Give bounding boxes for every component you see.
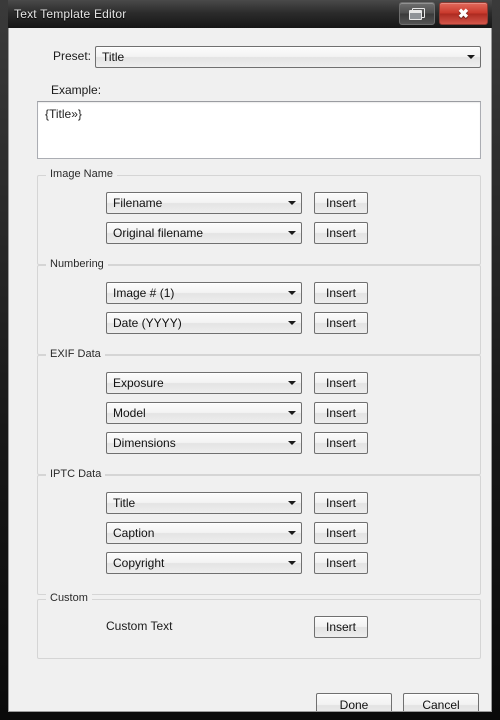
dialog-client-area: Preset: Title Example: {Title»} Image Na… [8,28,492,712]
combobox-value: Copyright [113,556,165,570]
window-title: Text Template Editor [14,7,127,21]
insert-button[interactable]: Insert [314,192,368,214]
chevron-down-icon[interactable] [283,493,301,513]
example-textarea[interactable]: {Title»} [37,101,481,159]
example-label: Example: [51,83,102,97]
field-row: Dimensions Insert [38,432,480,454]
combobox-value: Dimensions [113,436,176,450]
insert-button[interactable]: Insert [314,222,368,244]
preset-row: Preset: Title [9,46,491,68]
combobox-exposure[interactable]: Exposure [106,372,302,394]
chevron-down-icon[interactable] [283,373,301,393]
chevron-down-icon[interactable] [283,193,301,213]
close-window-button[interactable]: ✖ [439,2,488,25]
combobox-model[interactable]: Model [106,402,302,424]
group-legend: Image Name [46,168,117,180]
chevron-down-icon[interactable] [283,553,301,573]
done-button[interactable]: Done [316,693,392,711]
title-bar[interactable]: Text Template Editor ✖ [8,0,492,28]
insert-button[interactable]: Insert [314,432,368,454]
combobox-dimensions[interactable]: Dimensions [106,432,302,454]
group-exif-data: EXIF Data Exposure Insert Model Insert Dimens… [37,348,481,475]
combobox-value: Date (YYYY) [113,316,182,330]
field-row: Title Insert [38,492,480,514]
field-row: Custom Text Insert [38,616,480,638]
combobox-value: Caption [113,526,155,540]
cancel-button[interactable]: Cancel [403,693,479,711]
insert-button[interactable]: Insert [314,492,368,514]
insert-button[interactable]: Insert [314,522,368,544]
combobox-title[interactable]: Title [106,492,302,514]
combobox-copyright[interactable]: Copyright [106,552,302,574]
group-custom: Custom Custom Text Insert [37,592,481,659]
field-row: Model Insert [38,402,480,424]
insert-button[interactable]: Insert [314,282,368,304]
combobox-filename[interactable]: Filename [106,192,302,214]
field-row: Caption Insert [38,522,480,544]
custom-text-label: Custom Text [106,619,173,633]
group-legend: EXIF Data [46,348,105,360]
insert-button[interactable]: Insert [314,402,368,424]
combobox-original-filename[interactable]: Original filename [106,222,302,244]
chevron-down-icon[interactable] [283,313,301,333]
restore-window-button[interactable] [399,2,435,25]
combobox-value: Exposure [113,376,164,390]
combobox-value: Model [113,406,146,420]
field-row: Date (YYYY) Insert [38,312,480,334]
combobox-image-1[interactable]: Image # (1) [106,282,302,304]
group-legend: Numbering [46,258,108,270]
group-iptc-data: IPTC Data Title Insert Caption Insert Copyrig… [37,468,481,595]
combobox-value: Image # (1) [113,286,175,300]
chevron-down-icon[interactable] [283,403,301,423]
combobox-caption[interactable]: Caption [106,522,302,544]
chevron-down-icon[interactable] [283,523,301,543]
preset-combobox-value: Title [102,50,125,64]
chevron-down-icon[interactable] [283,283,301,303]
chevron-down-icon[interactable] [283,223,301,243]
combobox-value: Filename [113,196,163,210]
window-controls: ✖ [399,2,488,25]
preset-label: Preset: [53,49,92,63]
restore-window-icon [409,7,425,20]
field-row: Exposure Insert [38,372,480,394]
field-row: Original filename Insert [38,222,480,244]
group-numbering: Numbering Image # (1) Insert Date (YYYY) Ins… [37,258,481,355]
chevron-down-icon[interactable] [283,433,301,453]
insert-button[interactable]: Insert [314,552,368,574]
group-legend: IPTC Data [46,468,106,480]
field-row: Image # (1) Insert [38,282,480,304]
combobox-value: Title [113,496,136,510]
insert-button[interactable]: Insert [314,616,368,638]
chevron-down-icon[interactable] [462,47,480,67]
close-icon: ✖ [458,6,469,21]
group-legend: Custom [46,592,92,604]
group-image-name: Image Name Filename Insert Original filenam… [37,168,481,265]
insert-button[interactable]: Insert [314,312,368,334]
insert-button[interactable]: Insert [314,372,368,394]
combobox-date-yyyy[interactable]: Date (YYYY) [106,312,302,334]
combobox-value: Original filename [113,226,204,240]
field-row: Copyright Insert [38,552,480,574]
preset-combobox[interactable]: Title [95,46,481,68]
dialog-window: Text Template Editor ✖ Preset: Title Exa… [0,0,500,720]
field-row: Filename Insert [38,192,480,214]
